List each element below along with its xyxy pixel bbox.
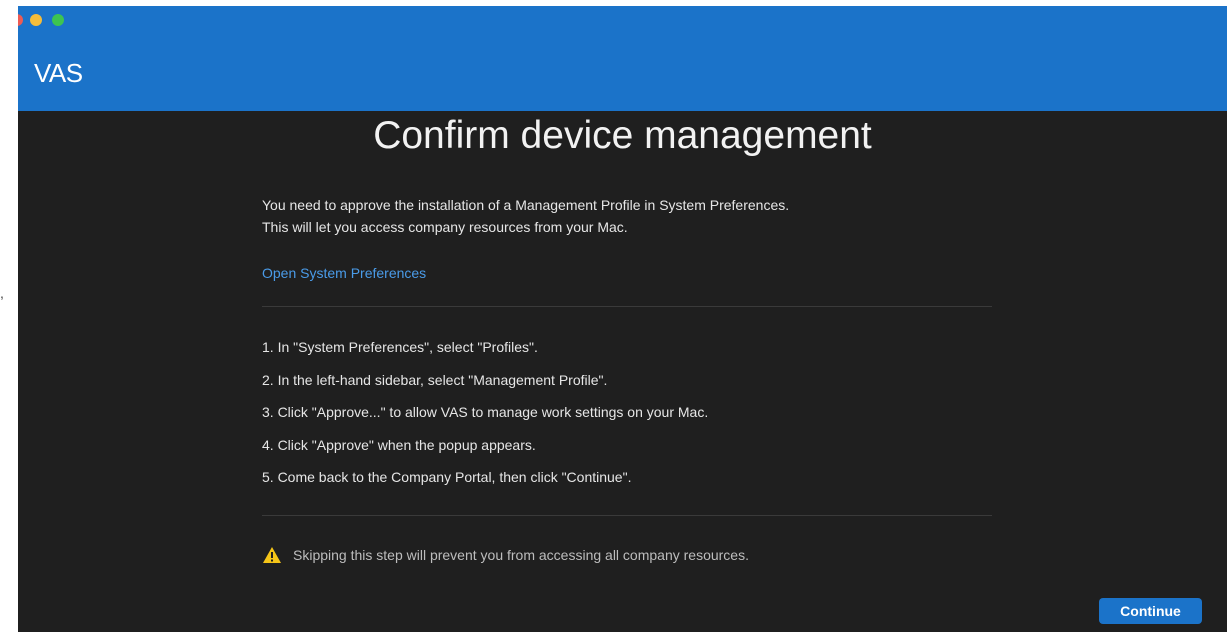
minimize-window-button[interactable] — [30, 14, 42, 26]
title-bar: VAS — [18, 6, 1227, 111]
divider — [262, 306, 992, 307]
step-item: 2. In the left-hand sidebar, select "Man… — [262, 371, 608, 388]
step-item: 5. Come back to the Company Portal, then… — [262, 469, 632, 485]
intro-line: This will let you access company resourc… — [262, 219, 628, 235]
warning-text: Skipping this step will prevent you from… — [293, 547, 749, 563]
edge-artifact: , — [0, 285, 4, 301]
open-system-preferences-link[interactable]: Open System Preferences — [262, 265, 426, 281]
page-title: Confirm device management — [373, 114, 872, 157]
step-item: 3. Click "Approve..." to allow VAS to ma… — [262, 404, 709, 420]
divider — [262, 515, 992, 516]
zoom-window-button[interactable] — [52, 14, 64, 26]
step-item: 4. Click "Approve" when the popup appear… — [262, 436, 536, 453]
warning-notice: Skipping this step will prevent you from… — [262, 544, 749, 566]
app-window: VAS Confirm device management You need t… — [18, 6, 1227, 632]
close-window-button[interactable] — [18, 14, 23, 26]
app-title: VAS — [34, 58, 83, 88]
intro-text: You need to approve the installation of … — [262, 194, 1022, 238]
instruction-steps: 1. In "System Preferences", select "Prof… — [262, 337, 708, 500]
intro-line: You need to approve the installation of … — [262, 197, 790, 213]
continue-button[interactable]: Continue — [1099, 598, 1202, 624]
step-item: 1. In "System Preferences", select "Prof… — [262, 339, 538, 355]
warning-triangle-icon — [263, 547, 281, 563]
